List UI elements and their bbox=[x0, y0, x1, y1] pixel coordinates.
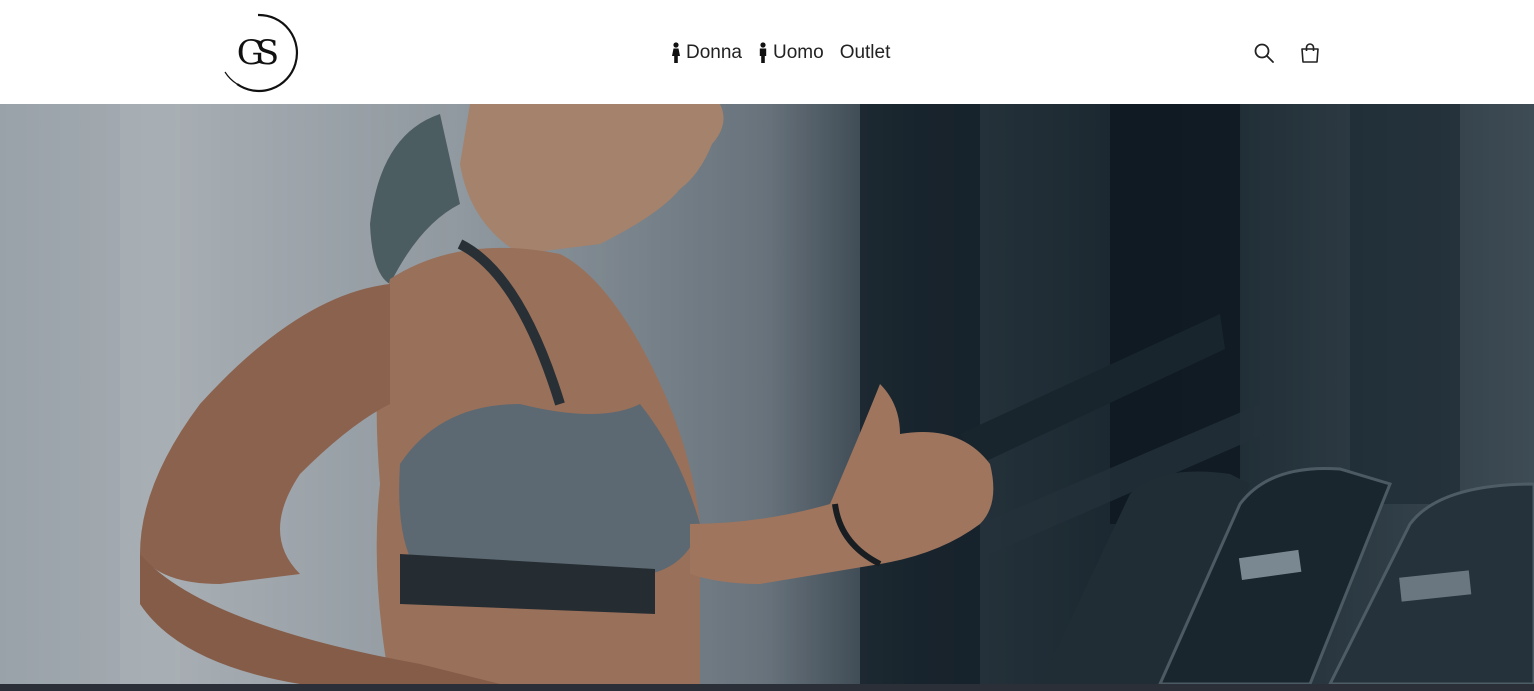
announcement-bar-edge bbox=[0, 684, 1534, 691]
nav-label: Outlet bbox=[839, 42, 891, 63]
header-actions bbox=[1252, 40, 1322, 66]
nav-label: Donna bbox=[686, 42, 742, 63]
logo-text: GS bbox=[236, 33, 279, 73]
nav-item-donna[interactable]: Donna bbox=[671, 42, 742, 64]
nav-item-uomo[interactable]: Uomo bbox=[758, 42, 824, 64]
search-icon[interactable] bbox=[1252, 41, 1276, 65]
main-nav: Donna Uomo Outlet bbox=[671, 38, 890, 68]
nav-item-outlet[interactable]: Outlet bbox=[840, 42, 891, 64]
hero-overlay bbox=[0, 104, 1534, 684]
logo-link[interactable]: GS bbox=[217, 12, 299, 94]
hero-banner bbox=[0, 104, 1534, 684]
female-person-icon bbox=[672, 42, 680, 63]
cart-icon[interactable] bbox=[1298, 41, 1322, 65]
male-person-icon bbox=[759, 42, 767, 63]
nav-label: Uomo bbox=[773, 42, 824, 63]
site-header: GS Donna Uomo Outlet bbox=[0, 0, 1534, 104]
